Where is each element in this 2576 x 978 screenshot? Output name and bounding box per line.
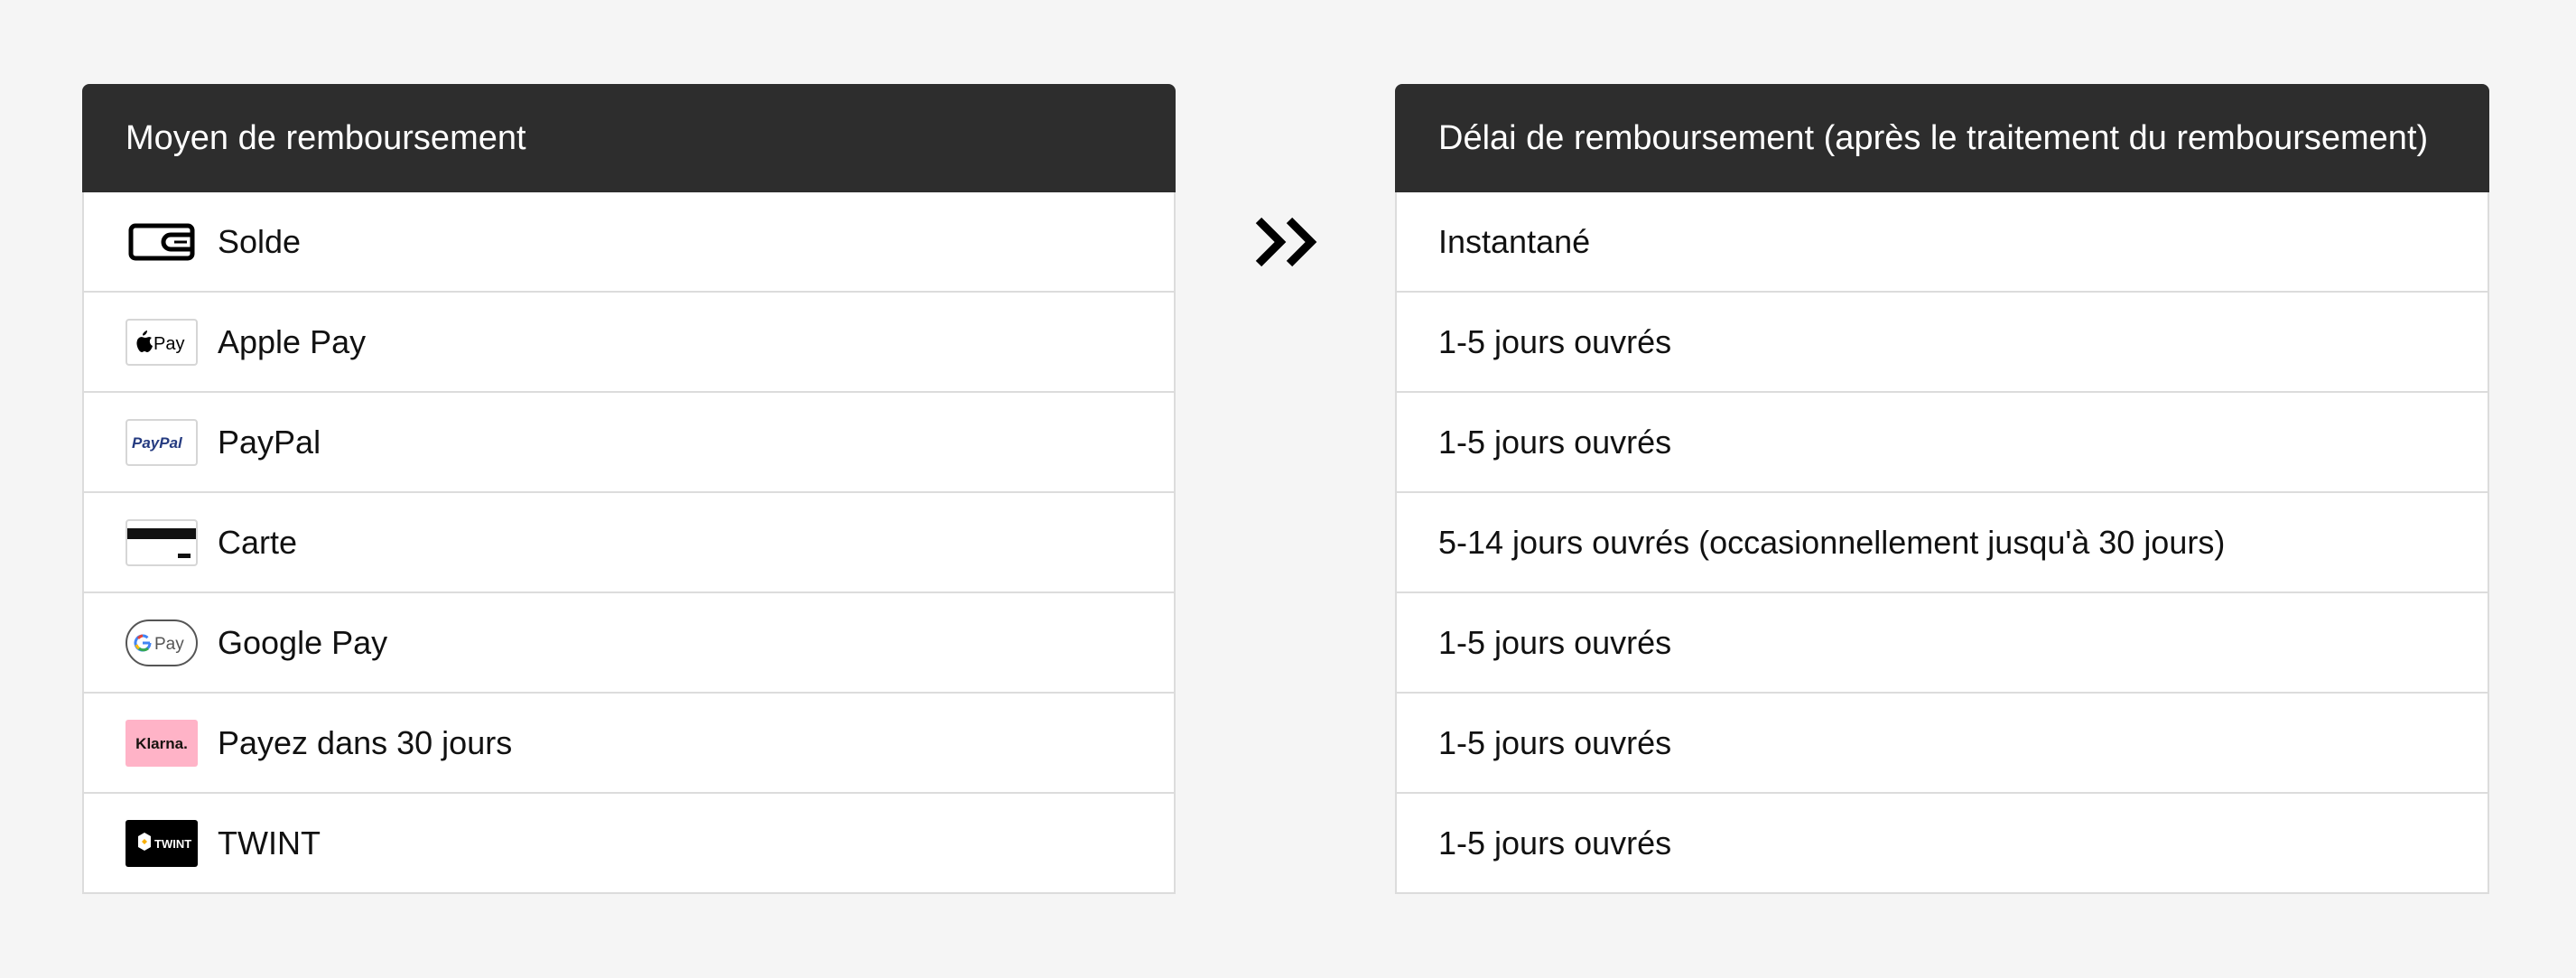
delay-value: 1-5 jours ouvrés	[1438, 723, 1672, 761]
delay-value: 1-5 jours ouvrés	[1438, 423, 1672, 461]
paypal-icon: PayPal	[126, 418, 198, 466]
delay-value: 1-5 jours ouvrés	[1438, 623, 1672, 661]
table-row: 1-5 jours ouvrés	[1397, 293, 2488, 393]
delay-value: 1-5 jours ouvrés	[1438, 322, 1672, 360]
apple-pay-icon: Pay	[126, 318, 198, 366]
table-row: Klarna. Payez dans 30 jours	[84, 694, 1174, 794]
refund-info-page: Moyen de remboursement Solde Pay Apple P…	[0, 0, 2576, 978]
delay-value: 5-14 jours ouvrés (occasionnellement jus…	[1438, 523, 2226, 561]
method-label: Apple Pay	[218, 322, 367, 360]
table-row: 1-5 jours ouvrés	[1397, 593, 2488, 694]
table-row: Instantané	[1397, 192, 2488, 293]
refund-method-table: Moyen de remboursement Solde Pay Apple P…	[82, 84, 1176, 894]
card-icon	[126, 518, 198, 566]
table-row: 1-5 jours ouvrés	[1397, 794, 2488, 892]
wallet-icon	[126, 219, 198, 265]
table-row: Pay Apple Pay	[84, 293, 1174, 393]
table-row: Carte	[84, 493, 1174, 593]
table-row: Solde	[84, 192, 1174, 293]
table-row: 1-5 jours ouvrés	[1397, 393, 2488, 493]
refund-delay-table: Délai de remboursement (après le traitem…	[1395, 84, 2489, 894]
svg-text:Pay: Pay	[153, 334, 184, 354]
delay-value: Instantané	[1438, 222, 1591, 260]
svg-text:Klarna.: Klarna.	[135, 735, 188, 752]
method-label: Carte	[218, 523, 298, 561]
method-label: Google Pay	[218, 623, 388, 661]
twint-icon: TWINT	[126, 819, 198, 867]
svg-text:TWINT: TWINT	[154, 837, 191, 851]
svg-text:Pay: Pay	[154, 635, 184, 654]
method-label: PayPal	[218, 423, 321, 461]
method-label: Payez dans 30 jours	[218, 723, 513, 761]
refund-method-header: Moyen de remboursement	[82, 84, 1176, 192]
table-row: TWINT TWINT	[84, 794, 1174, 892]
table-row: 1-5 jours ouvrés	[1397, 694, 2488, 794]
table-row: 5-14 jours ouvrés (occasionnellement jus…	[1397, 493, 2488, 593]
google-pay-icon: Pay	[126, 619, 198, 666]
svg-text:PayPal: PayPal	[132, 434, 183, 452]
delay-value: 1-5 jours ouvrés	[1438, 824, 1672, 862]
refund-delay-header: Délai de remboursement (après le traitem…	[1395, 84, 2489, 192]
klarna-icon: Klarna.	[126, 719, 198, 767]
method-label: TWINT	[218, 824, 321, 862]
table-row: Pay Google Pay	[84, 593, 1174, 694]
double-chevron-right-icon	[1255, 217, 1317, 267]
method-label: Solde	[218, 222, 302, 260]
table-row: PayPal PayPal	[84, 393, 1174, 493]
